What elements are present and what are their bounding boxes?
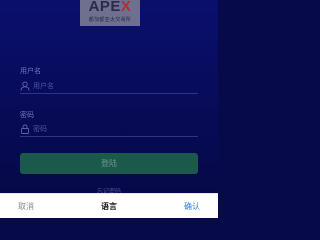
apex-logo: APEX 都加都亚太交易所 — [80, 0, 140, 26]
logo-title-accent: X — [120, 0, 132, 15]
login-screen: APEX 都加都亚太交易所 用户名 密码 登陆 忘记密码 取消 语言 确认 — [0, 0, 218, 218]
password-input[interactable] — [33, 123, 193, 135]
username-input[interactable] — [33, 80, 193, 92]
confirm-button[interactable]: 确认 — [184, 201, 200, 212]
lock-icon — [21, 124, 29, 134]
logo-title-main: APE — [88, 0, 121, 15]
language-picker-bar: 取消 语言 确认 — [0, 193, 218, 218]
username-field[interactable] — [20, 80, 198, 94]
password-label: 密码 — [20, 111, 34, 119]
logo-subtitle: 都加都亚太交易所 — [88, 17, 132, 23]
username-label: 用户名 — [20, 67, 41, 75]
login-button[interactable]: 登陆 — [20, 153, 198, 174]
user-icon — [20, 81, 30, 91]
password-field[interactable] — [20, 123, 198, 137]
logo-title: APEX — [80, 0, 140, 15]
